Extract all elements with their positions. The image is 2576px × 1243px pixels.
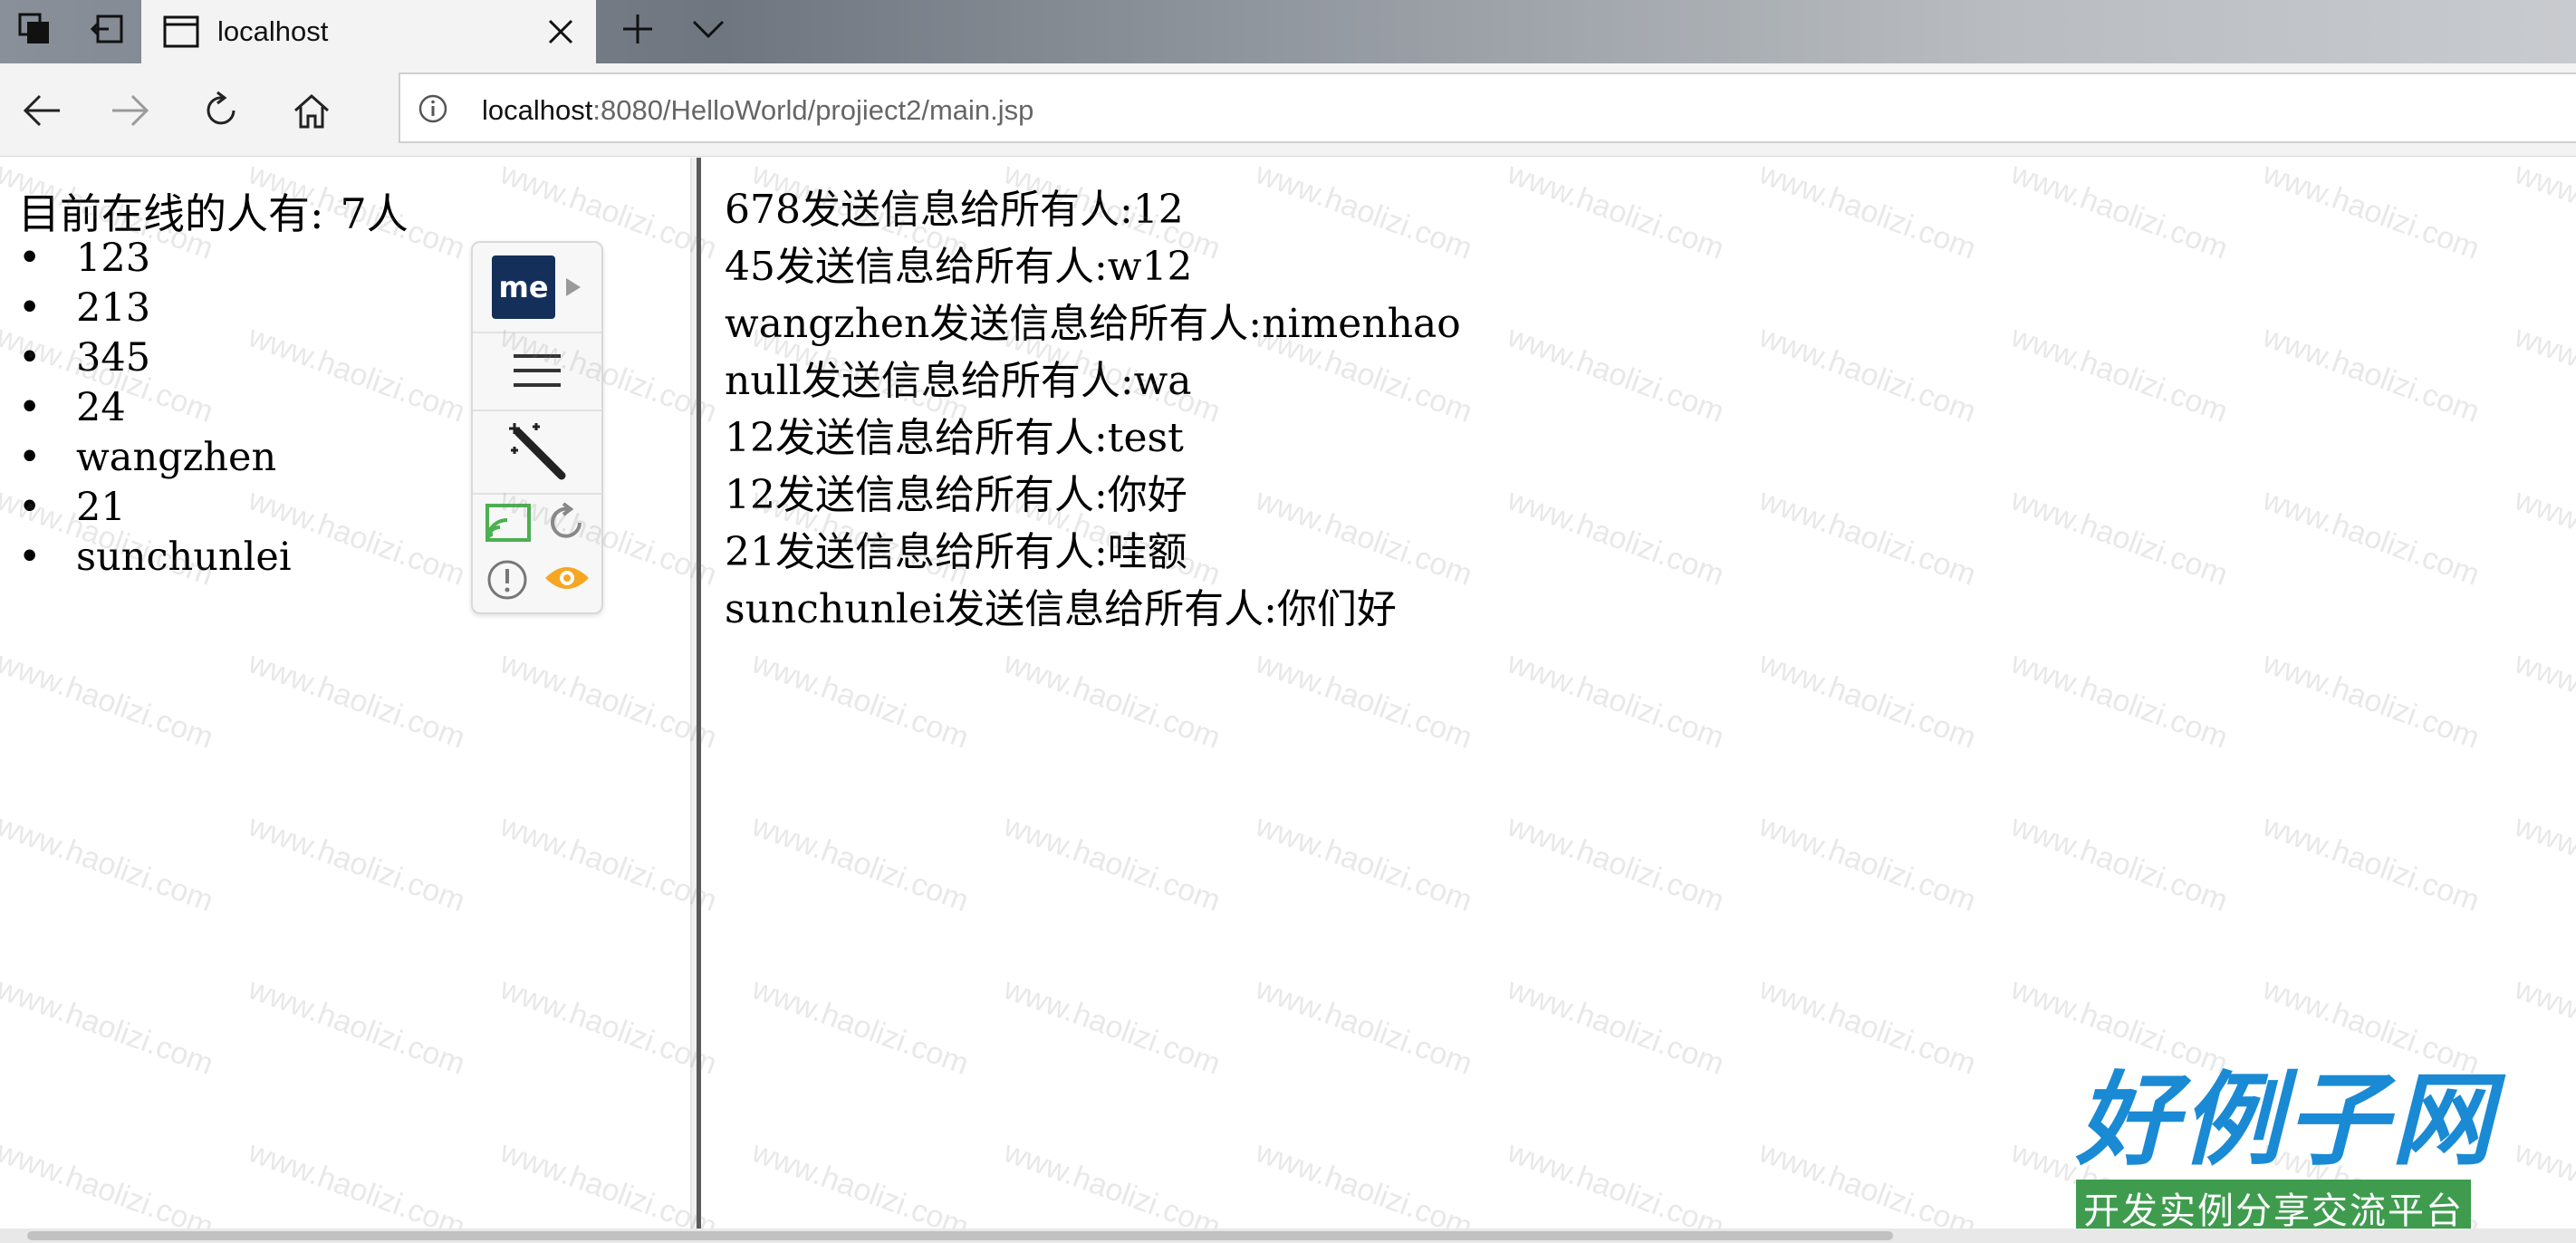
list-bullet: • [18, 335, 42, 381]
tab-actions-button[interactable] [4, 0, 65, 58]
tab-stack-icon [18, 13, 49, 43]
set-tabs-aside-button[interactable] [76, 0, 138, 58]
tab-list-button[interactable] [678, 0, 739, 58]
refresh-icon [551, 502, 582, 538]
me-logo-icon: me [492, 255, 555, 319]
close-tab-button[interactable] [542, 13, 580, 51]
scrollbar-thumb[interactable] [27, 1231, 1893, 1240]
new-tab-button[interactable] [607, 0, 668, 58]
page-icon [163, 15, 199, 52]
extension-toolbar: me [471, 241, 603, 614]
url-text: localhost:8080/HelloWorld/projiect2/main… [482, 94, 1033, 127]
eye-button[interactable] [543, 562, 591, 598]
arrow-left-icon [23, 94, 60, 127]
message-item: 678发送信息给所有人:12 [725, 187, 1184, 233]
warning-button[interactable] [485, 558, 529, 605]
magic-wand-button[interactable] [473, 410, 601, 495]
brand-title: 好例子网 [2076, 1062, 2496, 1180]
online-user-item: • wangzhen [18, 433, 292, 483]
online-user-item: • 24 [18, 383, 292, 433]
address-toolbar: localhost:8080/HelloWorld/projiect2/main… [0, 63, 2576, 157]
online-users-header: 目前在线的人有: 7人 [18, 181, 409, 241]
online-user-item: • 123 [18, 234, 292, 284]
address-input[interactable]: localhost:8080/HelloWorld/projiect2/main… [399, 72, 2576, 143]
list-bullet: • [18, 285, 42, 331]
tab-bar: localhost [0, 0, 2576, 63]
online-user-item: • sunchunlei [18, 533, 292, 583]
reload-extension-button[interactable] [545, 502, 587, 547]
chevron-down-icon [692, 20, 725, 39]
brand-subtitle: 开发实例分享交流平台 [2076, 1180, 2471, 1236]
online-user-item: • 213 [18, 284, 292, 333]
online-user-name: 345 [76, 335, 151, 381]
extension-menu-button[interactable] [473, 332, 601, 411]
cast-button[interactable] [485, 504, 531, 547]
online-user-item: • 345 [18, 333, 292, 383]
extension-logo-button[interactable]: me [473, 243, 601, 333]
home-icon [294, 93, 329, 129]
list-bullet: • [18, 435, 42, 480]
message-list: 678发送信息给所有人:12 45发送信息给所有人:w12 wangzhen发送信息… [725, 181, 1461, 638]
online-user-name: 24 [76, 385, 126, 430]
list-bullet: • [18, 535, 42, 580]
hamburger-menu-icon [514, 354, 561, 387]
tabs-aside-icon [90, 14, 123, 43]
message-item: 12发送信息给所有人:test [725, 415, 1184, 461]
forward-button[interactable] [103, 83, 158, 138]
url-path: :8080/HelloWorld/projiect2/main.jsp [592, 94, 1034, 126]
warning-circle-icon [487, 560, 527, 600]
horizontal-scrollbar[interactable] [0, 1229, 2576, 1243]
url-host: localhost [482, 94, 593, 126]
plus-icon [623, 14, 652, 43]
list-bullet: • [18, 485, 42, 530]
message-item: 45发送信息给所有人:w12 [725, 244, 1193, 290]
home-button[interactable] [284, 83, 339, 138]
list-bullet: • [18, 236, 42, 281]
message-item: null发送信息给所有人:wa [725, 358, 1192, 404]
tab-localhost[interactable]: localhost [141, 0, 596, 63]
online-user-name: sunchunlei [76, 535, 292, 580]
brand-watermark: 好例子网 开发实例分享交流平台 [2076, 1067, 2498, 1236]
site-info-icon[interactable] [417, 92, 449, 129]
magic-wand-icon [509, 423, 566, 480]
online-user-name: 21 [76, 485, 126, 530]
back-button[interactable] [14, 83, 69, 138]
refresh-button[interactable] [194, 83, 248, 138]
online-user-list: • 123 • 213 • 345 • 24 • wangzhen • 21 • sunchunlei [18, 234, 292, 583]
online-user-name: wangzhen [76, 435, 277, 480]
list-bullet: • [18, 385, 42, 430]
arrow-right-icon [112, 94, 149, 127]
refresh-icon [207, 91, 235, 125]
eye-icon [545, 567, 589, 589]
message-item: 21发送信息给所有人:哇额 [725, 529, 1187, 575]
online-user-name: 123 [76, 236, 151, 281]
cast-icon [485, 504, 531, 542]
online-count: 7人 [340, 189, 409, 238]
online-user-name: 213 [76, 285, 151, 331]
close-icon [548, 19, 573, 44]
online-user-item: • 21 [18, 483, 292, 533]
frame-divider[interactable] [690, 158, 701, 1229]
online-label: 目前在线的人有: [18, 189, 324, 238]
message-item: sunchunlei发送信息给所有人:你们好 [725, 586, 1397, 632]
message-item: wangzhen发送信息给所有人:nimenhao [725, 301, 1461, 347]
message-item: 12发送信息给所有人:你好 [725, 472, 1187, 518]
play-triangle-icon [566, 278, 581, 296]
tab-title: localhost [217, 15, 329, 47]
